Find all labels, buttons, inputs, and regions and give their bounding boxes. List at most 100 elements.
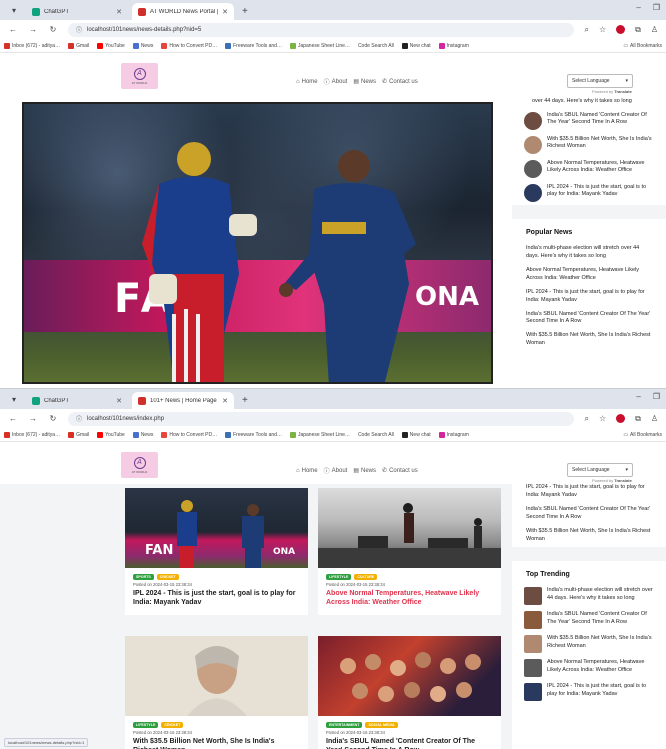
bookmark-item[interactable]: Japanese Sheet Line… — [289, 42, 350, 49]
list-item[interactable]: India's SBUL Named 'Content Creator Of T… — [518, 608, 660, 632]
news-card[interactable]: Entertainment Social Media Posted on 202… — [318, 636, 501, 749]
news-card-title[interactable]: IPL 2024 - This is just the start, goal … — [125, 587, 308, 615]
zoom-icon[interactable]: ⌕ — [584, 414, 588, 424]
tab-home-page[interactable]: 101+ News | Home Page ✕ — [132, 392, 234, 409]
news-card[interactable]: Lifestyle Culture Posted on 2024-03-15 2… — [318, 488, 501, 616]
list-item[interactable]: Above Normal Temperatures, Heatwave Like… — [518, 264, 660, 286]
list-item[interactable]: India's multi-phase election will stretc… — [518, 584, 660, 608]
bookmark-item[interactable]: New chat — [401, 42, 431, 49]
nav-about[interactable]: ⓘ About — [324, 466, 348, 476]
all-bookmarks[interactable]: ▭ All Bookmarks — [623, 432, 662, 438]
extension-icon[interactable] — [616, 414, 626, 423]
category-badge[interactable]: Lifestyle — [133, 722, 159, 728]
minimize-icon[interactable]: – — [636, 392, 640, 401]
all-bookmarks[interactable]: ▭ All Bookmarks — [623, 43, 662, 49]
tab-chatgpt[interactable]: ChatGPT ✕ — [26, 3, 128, 20]
language-select[interactable]: Select Language ▾ — [567, 74, 633, 88]
bookmark-item[interactable]: New chat — [401, 431, 431, 438]
bookmark-star-icon[interactable]: ☆ — [599, 414, 606, 423]
new-tab-icon[interactable]: + — [242, 6, 248, 17]
subcategory-badge[interactable]: Culture — [354, 574, 378, 580]
list-item[interactable]: With $35.5 Billion Net Worth, She Is Ind… — [518, 133, 660, 157]
category-badge[interactable]: Lifestyle — [326, 574, 352, 580]
list-item[interactable]: With $35.5 Billion Net Worth, She Is Ind… — [518, 329, 660, 351]
list-item[interactable]: India's SBUL Named 'Content Creator Of T… — [518, 308, 660, 330]
category-badge[interactable]: Sports — [133, 574, 154, 580]
minimize-icon[interactable]: – — [636, 3, 640, 12]
nav-news[interactable]: ▤ News — [353, 466, 376, 475]
subcategory-badge[interactable]: Cricket — [156, 574, 179, 580]
news-card[interactable]: FAN ONA Sports Cricket Posted on 2024-03… — [125, 488, 308, 616]
bookmark-item[interactable]: Gmail — [68, 42, 89, 49]
bookmark-item[interactable]: Instagram — [438, 431, 469, 438]
close-tab-icon[interactable]: ✕ — [222, 8, 228, 16]
list-item[interactable]: With $35.5 Billion Net Worth, She Is Ind… — [518, 632, 660, 656]
tab-chatgpt[interactable]: ChatGPT ✕ — [26, 392, 128, 409]
restore-icon[interactable]: ❐ — [653, 392, 660, 401]
nav-home[interactable]: ⌂ Home — [296, 77, 318, 86]
zoom-icon[interactable]: ⌕ — [584, 25, 588, 35]
extension-icon[interactable] — [616, 25, 626, 34]
list-item[interactable]: IPL 2024 - This is just the start, goal … — [518, 181, 660, 205]
bookmark-item[interactable]: How to Convert PD… — [161, 431, 217, 438]
bookmark-item[interactable]: Inbox (672) - aditya… — [4, 431, 60, 438]
reload-icon[interactable]: ↻ — [48, 25, 58, 34]
language-select[interactable]: Select Language ▾ — [567, 463, 633, 477]
site-info-icon[interactable]: ⓘ — [76, 414, 82, 423]
url-input[interactable]: ⓘ localhost/101news/index.php — [68, 411, 575, 426]
news-card-title[interactable]: With $35.5 Billion Net Worth, She Is Ind… — [125, 735, 308, 749]
forward-icon[interactable]: → — [28, 414, 38, 423]
extensions-puzzle-icon[interactable]: ⧉ — [635, 25, 641, 35]
bookmark-item[interactable]: Gmail — [68, 431, 89, 438]
bookmark-item[interactable]: Code Search All — [358, 432, 394, 438]
bookmark-item[interactable]: Instagram — [438, 42, 469, 49]
nav-contact[interactable]: ✆ Contact us — [382, 466, 418, 475]
bookmark-item[interactable]: YouTube — [97, 42, 125, 49]
list-item[interactable]: India's SBUL Named 'Content Creator Of T… — [518, 109, 660, 133]
close-tab-icon[interactable]: ✕ — [222, 397, 228, 405]
close-tab-icon[interactable]: ✕ — [116, 397, 122, 405]
subcategory-badge[interactable]: Cricket — [161, 722, 184, 728]
restore-icon[interactable]: ❐ — [653, 3, 660, 12]
tab-search-dropdown-icon[interactable]: ▾ — [6, 2, 22, 18]
category-badge[interactable]: Entertainment — [326, 722, 363, 728]
nav-news[interactable]: ▤ News — [353, 77, 376, 86]
bookmark-item[interactable]: News — [132, 42, 153, 49]
news-card[interactable]: Lifestyle Cricket Posted on 2024-03-15 2… — [125, 636, 308, 749]
bookmark-item[interactable]: Freeware Tools and… — [225, 42, 282, 49]
list-item[interactable]: IPL 2024 - This is just the start, goal … — [518, 680, 660, 704]
list-item[interactable]: Above Normal Temperatures, Heatwave Like… — [518, 656, 660, 680]
news-card-title[interactable]: Above Normal Temperatures, Heatwave Like… — [318, 587, 501, 615]
list-item[interactable]: over 44 days. Here's why it takes so lon… — [518, 95, 660, 109]
nav-about[interactable]: ⓘ About — [324, 77, 348, 87]
list-item[interactable]: Above Normal Temperatures, Heatwave Like… — [518, 157, 660, 181]
close-tab-icon[interactable]: ✕ — [116, 8, 122, 16]
url-input[interactable]: ⓘ localhost/101news/news-details.php?nid… — [68, 22, 575, 37]
bookmark-item[interactable]: How to Convert PD… — [161, 42, 217, 49]
profile-icon[interactable]: ♙ — [651, 414, 658, 423]
nav-contact[interactable]: ✆ Contact us — [382, 77, 418, 86]
extensions-puzzle-icon[interactable]: ⧉ — [635, 414, 641, 424]
site-logo[interactable]: A AT WORLD — [121, 63, 158, 89]
site-logo[interactable]: A AT WORLD — [121, 452, 158, 478]
tab-news-portal[interactable]: AT WORLD News Portal | Hom… ✕ — [132, 3, 234, 20]
list-item[interactable]: IPL 2024 - This is just the start, goal … — [518, 484, 660, 503]
subcategory-badge[interactable]: Social Media — [365, 722, 398, 728]
reload-icon[interactable]: ↻ — [48, 414, 58, 423]
list-item[interactable]: India's multi-phase election will stretc… — [518, 242, 660, 264]
forward-icon[interactable]: → — [28, 25, 38, 34]
bookmark-item[interactable]: News — [132, 431, 153, 438]
list-item[interactable]: IPL 2024 - This is just the start, goal … — [518, 286, 660, 308]
bookmark-item[interactable]: YouTube — [97, 431, 125, 438]
new-tab-icon[interactable]: + — [242, 395, 248, 406]
bookmark-star-icon[interactable]: ☆ — [599, 25, 606, 34]
back-icon[interactable]: ← — [8, 25, 18, 34]
profile-icon[interactable]: ♙ — [651, 25, 658, 34]
bookmark-item[interactable]: Inbox (672) - aditya… — [4, 42, 60, 49]
nav-home[interactable]: ⌂ Home — [296, 466, 318, 475]
tab-search-dropdown-icon[interactable]: ▾ — [6, 391, 22, 407]
list-item[interactable]: With $35.5 Billion Net Worth, She Is Ind… — [518, 525, 660, 547]
site-info-icon[interactable]: ⓘ — [76, 25, 82, 34]
bookmark-item[interactable]: Japanese Sheet Line… — [289, 431, 350, 438]
list-item[interactable]: India's SBUL Named 'Content Creator Of T… — [518, 503, 660, 525]
